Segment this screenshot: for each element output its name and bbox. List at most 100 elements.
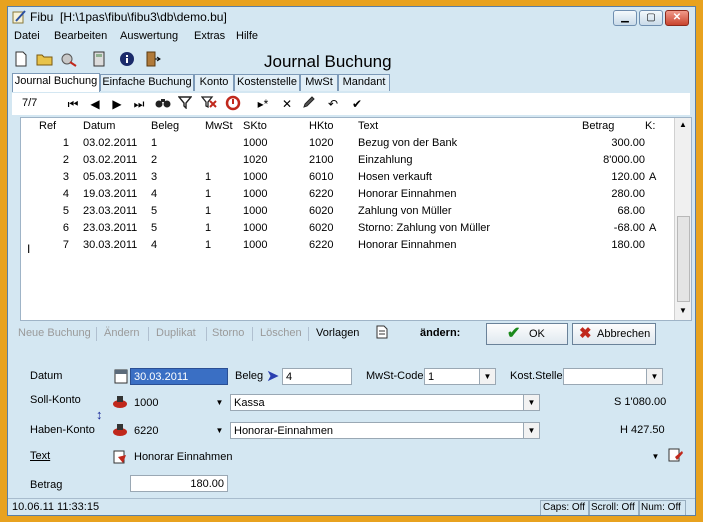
tab-mandant[interactable]: Mandant bbox=[338, 74, 390, 91]
title-bar: Fibu [H:\1pas\fibu\fibu3\db\demo.bu] ▁ ▢… bbox=[8, 7, 695, 27]
close-button[interactable]: ✕ bbox=[665, 10, 689, 26]
text-label[interactable]: Text bbox=[30, 450, 50, 462]
col-ref[interactable]: Ref bbox=[39, 120, 56, 132]
insert-record-icon[interactable]: ▸* bbox=[254, 95, 272, 113]
next-record-icon[interactable]: ▶ bbox=[108, 95, 126, 113]
tab-einfache-buchung[interactable]: Einfache Buchung bbox=[100, 74, 194, 91]
tab-journal-buchung[interactable]: Journal Buchung bbox=[12, 73, 100, 92]
cancel-button[interactable]: ✖ Abbrechen bbox=[572, 323, 656, 345]
separator bbox=[308, 327, 309, 341]
soll-konto-select[interactable]: 1000 ▼ bbox=[130, 394, 228, 411]
delete-record-icon[interactable]: ✕ bbox=[278, 95, 296, 113]
cell-beleg: 1 bbox=[151, 137, 158, 149]
exit-door-icon[interactable] bbox=[144, 51, 162, 69]
col-text[interactable]: Text bbox=[358, 120, 378, 132]
table-row[interactable]: 7 30.03.2011 4 1 1000 6220 Honorar Einnahmen 18… bbox=[21, 237, 673, 254]
ok-button[interactable]: ✔ OK bbox=[486, 323, 568, 345]
binoculars-icon[interactable] bbox=[154, 95, 172, 113]
swap-accounts-icon[interactable]: ↕ bbox=[96, 407, 103, 422]
window-title: Fibu [H:\1pas\fibu\fibu3\db\demo.bu] bbox=[30, 10, 227, 24]
last-record-icon[interactable]: ⏭ bbox=[130, 95, 148, 113]
cell-ref: 6 bbox=[62, 222, 69, 234]
col-skto[interactable]: SKto bbox=[243, 120, 267, 132]
chevron-down-icon[interactable]: ▼ bbox=[212, 423, 227, 438]
post-record-icon[interactable]: ✔ bbox=[348, 95, 366, 113]
menu-hilfe[interactable]: Hilfe bbox=[236, 30, 258, 42]
col-k[interactable]: K: bbox=[645, 120, 655, 132]
delete-button[interactable]: Löschen bbox=[260, 327, 302, 339]
chevron-down-icon[interactable]: ▼ bbox=[212, 395, 227, 410]
prev-record-icon[interactable]: ◀ bbox=[86, 95, 104, 113]
scroll-up-icon[interactable]: ▲ bbox=[679, 120, 687, 129]
chevron-down-icon[interactable]: ▼ bbox=[523, 423, 539, 438]
table-row[interactable]: 3 05.03.2011 3 1 1000 6010 Hosen verkauft 120.0… bbox=[21, 169, 673, 186]
tab-strip: Journal Buchung Einfache Buchung Konto K… bbox=[8, 73, 695, 92]
refresh-icon[interactable] bbox=[224, 95, 242, 113]
minimize-button[interactable]: ▁ bbox=[613, 10, 637, 26]
betrag-input[interactable]: 180.00 bbox=[130, 475, 228, 492]
table-row[interactable]: 6 23.03.2011 5 1 1000 6020 Storno: Zahlung von… bbox=[21, 220, 673, 237]
change-button[interactable]: Ändern bbox=[104, 327, 139, 339]
account-lookup-icon[interactable] bbox=[112, 395, 128, 409]
open-folder-icon[interactable] bbox=[36, 51, 54, 69]
document-icon[interactable] bbox=[376, 325, 388, 342]
scroll-down-icon[interactable]: ▼ bbox=[679, 306, 687, 315]
tools-icon[interactable] bbox=[60, 51, 78, 69]
templates-button[interactable]: Vorlagen bbox=[316, 327, 359, 339]
haben-konto-name-select[interactable]: Honorar-Einnahmen ▼ bbox=[230, 422, 540, 439]
col-beleg[interactable]: Beleg bbox=[151, 120, 179, 132]
table-row[interactable]: 5 23.03.2011 5 1 1000 6020 Zahlung von Müller 6… bbox=[21, 203, 673, 220]
calculator-icon[interactable] bbox=[90, 51, 108, 69]
cell-text: Einzahlung bbox=[358, 154, 413, 166]
table-row[interactable]: 2 03.02.2011 2 1020 2100 Einzahlung 8'000.00 bbox=[21, 152, 673, 169]
chevron-down-icon[interactable]: ▼ bbox=[479, 369, 495, 384]
duplicate-button[interactable]: Duplikat bbox=[156, 327, 196, 339]
tab-mwst[interactable]: MwSt bbox=[300, 74, 338, 91]
col-mwst[interactable]: MwSt bbox=[205, 120, 233, 132]
filter-icon[interactable] bbox=[176, 95, 194, 113]
undo-icon[interactable]: ↶ bbox=[324, 95, 342, 113]
menu-datei[interactable]: Datei bbox=[14, 30, 40, 42]
table-row[interactable]: 4 19.03.2011 4 1 1000 6220 Honorar Einnahmen 28… bbox=[21, 186, 673, 203]
text-edit-icon[interactable] bbox=[668, 448, 684, 464]
text-select[interactable]: Honorar Einnahmen ▼ bbox=[130, 448, 664, 465]
scroll-thumb[interactable] bbox=[677, 216, 690, 302]
table-row[interactable]: 1 03.02.2011 1 1000 1020 Bezug von der Bank 30… bbox=[21, 135, 673, 152]
account-lookup-icon[interactable] bbox=[112, 423, 128, 437]
datum-input[interactable]: 30.03.2011 bbox=[130, 368, 228, 385]
mwst-code-select[interactable]: 1 ▼ bbox=[424, 368, 496, 385]
clear-filter-icon[interactable] bbox=[200, 95, 218, 113]
text-template-icon[interactable] bbox=[112, 449, 128, 465]
first-record-icon[interactable]: ⏮ bbox=[64, 95, 82, 113]
cell-text: Storno: Zahlung von Müller bbox=[358, 222, 491, 234]
menu-extras[interactable]: Extras bbox=[194, 30, 225, 42]
storno-button[interactable]: Storno bbox=[212, 327, 244, 339]
col-hkto[interactable]: HKto bbox=[309, 120, 333, 132]
chevron-down-icon[interactable]: ▼ bbox=[523, 395, 539, 410]
separator bbox=[148, 327, 149, 341]
kost-stelle-select[interactable]: ▼ bbox=[563, 368, 663, 385]
col-betrag[interactable]: Betrag bbox=[582, 120, 614, 132]
chevron-down-icon[interactable]: ▼ bbox=[646, 369, 662, 384]
menu-auswertung[interactable]: Auswertung bbox=[120, 30, 178, 42]
grid-scrollbar[interactable]: ▲ ▼ bbox=[674, 118, 691, 320]
maximize-button[interactable]: ▢ bbox=[639, 10, 663, 26]
info-icon[interactable] bbox=[118, 51, 136, 69]
haben-konto-select[interactable]: 6220 ▼ bbox=[130, 422, 228, 439]
menu-bearbeiten[interactable]: Bearbeiten bbox=[54, 30, 107, 42]
cell-datum: 19.03.2011 bbox=[83, 188, 138, 200]
chevron-down-icon[interactable]: ▼ bbox=[648, 449, 663, 464]
edit-record-icon[interactable] bbox=[300, 95, 318, 113]
record-position: 7/7 bbox=[22, 97, 38, 109]
new-booking-button[interactable]: Neue Buchung bbox=[18, 327, 91, 339]
beleg-input[interactable]: 4 bbox=[282, 368, 352, 385]
tab-kostenstelle[interactable]: Kostenstelle bbox=[234, 74, 300, 91]
tab-konto[interactable]: Konto bbox=[194, 74, 234, 91]
new-file-icon[interactable] bbox=[12, 51, 30, 69]
cell-beleg: 4 bbox=[151, 188, 158, 200]
calendar-icon[interactable] bbox=[114, 368, 128, 384]
cell-mwst: 1 bbox=[205, 239, 212, 251]
soll-konto-name-select[interactable]: Kassa ▼ bbox=[230, 394, 540, 411]
col-datum[interactable]: Datum bbox=[83, 120, 115, 132]
cell-ref: 4 bbox=[62, 188, 69, 200]
